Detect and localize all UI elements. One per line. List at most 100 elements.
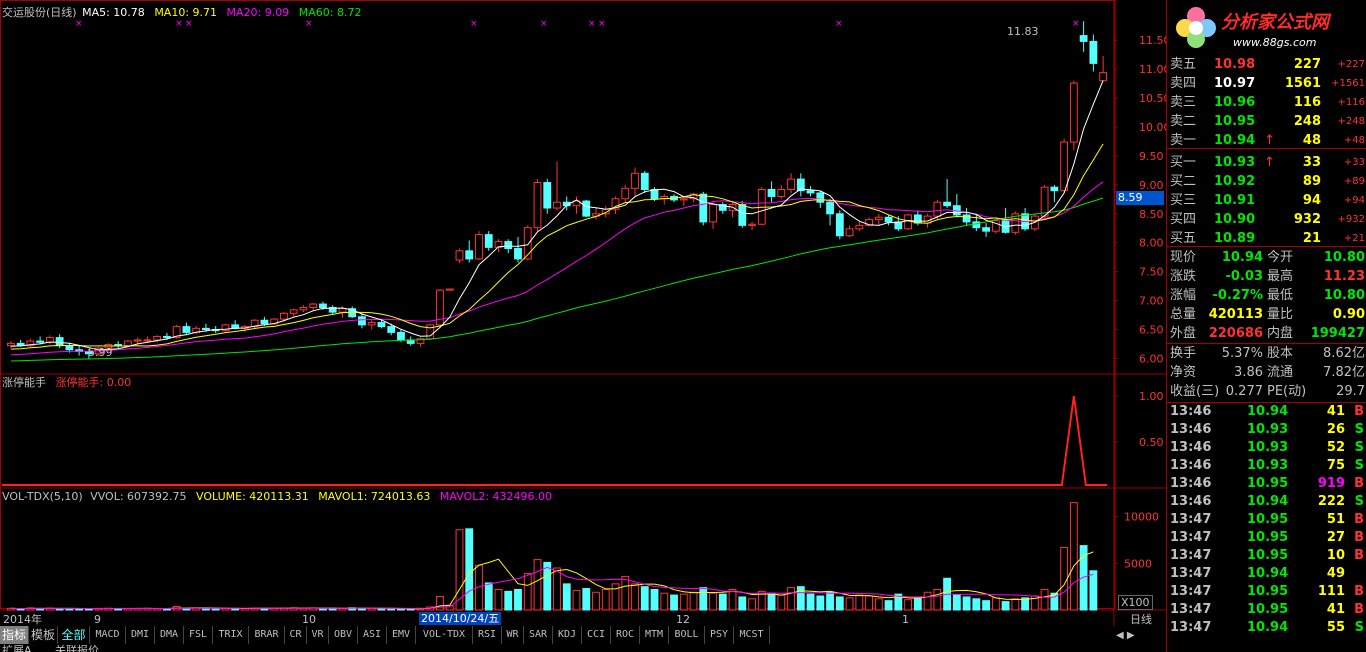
- tick-row[interactable]: 13:47 10.94 49: [1167, 565, 1366, 583]
- time-label-2014: 2014年: [3, 613, 42, 626]
- tab-cci[interactable]: CCI: [582, 626, 611, 644]
- volume-bar: [601, 588, 610, 611]
- tab-boll[interactable]: BOLL: [669, 626, 705, 644]
- volume-bar: [543, 561, 552, 611]
- chart-header: 交运股份(日线) MA5: 10.78 MA10: 9.71 MA20: 9.0…: [2, 6, 361, 19]
- tab-cr[interactable]: CR: [285, 626, 307, 644]
- volume-bar: [933, 588, 942, 611]
- candle-body: [738, 204, 747, 226]
- volume-bar: [514, 588, 522, 611]
- candle-body: [1099, 72, 1108, 82]
- ask-row[interactable]: 卖五 10.98 227 +227: [1167, 55, 1366, 74]
- tab-mcst[interactable]: MCST: [734, 626, 770, 644]
- tick-row[interactable]: 13:46 10.93 26 S: [1167, 421, 1366, 439]
- candle-body: [640, 172, 649, 191]
- ask-row[interactable]: 卖二 10.95 248 +248: [1167, 112, 1366, 131]
- price-tick-label: 6.50: [1139, 324, 1164, 337]
- tab-trix[interactable]: TRIX: [213, 626, 249, 644]
- tab-sar[interactable]: SAR: [524, 626, 553, 644]
- tab-related-quote[interactable]: 关联报价: [55, 644, 99, 652]
- tab-模板[interactable]: 模板: [29, 626, 58, 644]
- candle-body: [533, 182, 542, 229]
- quote-row: 总量 420113 量比 0.90: [1170, 307, 1365, 322]
- tab-macd[interactable]: MACD: [90, 626, 126, 644]
- tab-kdj[interactable]: KDJ: [553, 626, 582, 644]
- level-price: 10.95: [1214, 114, 1256, 129]
- tab-指标[interactable]: 指标: [0, 626, 29, 644]
- level-change: +1561: [1331, 78, 1365, 89]
- tab-extend-a[interactable]: 扩展A: [2, 644, 32, 652]
- tab-rsi[interactable]: RSI: [473, 626, 502, 644]
- tick-row[interactable]: 13:47 10.95 10 B: [1167, 547, 1366, 565]
- bid-row[interactable]: 买二 10.92 89 +89: [1167, 172, 1366, 191]
- ask-row[interactable]: 卖四 10.97 1561 +1561: [1167, 74, 1366, 93]
- candle-body: [1079, 35, 1088, 42]
- bid-row[interactable]: 买四 10.90 932 +932: [1167, 210, 1366, 229]
- tick-row[interactable]: 13:47 10.95 41 B: [1167, 601, 1366, 619]
- tick-row[interactable]: 13:46 10.94 41 B: [1167, 403, 1366, 421]
- candle-body: [709, 204, 717, 223]
- volume-bar: [494, 588, 503, 611]
- tab-fsl[interactable]: FSL: [184, 626, 213, 644]
- signal-marker: ×: [540, 19, 548, 29]
- tab-asi[interactable]: ASI: [358, 626, 387, 644]
- candle-body: [475, 234, 483, 260]
- logo: 分析家公式网 www.88gs.com: [1171, 2, 1365, 52]
- tab-emv[interactable]: EMV: [387, 626, 416, 644]
- candle-body: [855, 224, 864, 230]
- kline-chart[interactable]: 11.5011.0010.5010.009.509.008.508.007.50…: [0, 0, 1166, 626]
- candle-body: [1050, 186, 1059, 192]
- tab-全部[interactable]: 全部: [58, 626, 90, 644]
- candle-body: [143, 339, 152, 342]
- level-price: 10.97: [1214, 76, 1256, 91]
- candle-body: [153, 335, 162, 341]
- tick-row[interactable]: 13:46 10.93 75 S: [1167, 457, 1366, 475]
- candle-body: [826, 201, 834, 215]
- candle-body: [543, 182, 552, 209]
- tick-row[interactable]: 13:46 10.93 52 S: [1167, 439, 1366, 457]
- level-change: +116: [1337, 97, 1365, 108]
- indicator-value: 涨停能手: 0.00: [55, 376, 132, 389]
- tick-row[interactable]: 13:47 10.94 55 S: [1167, 619, 1366, 637]
- candle-body: [65, 345, 74, 351]
- tab-wr[interactable]: WR: [502, 626, 524, 644]
- candle-body: [387, 326, 396, 333]
- tick-row[interactable]: 13:46 10.95 919 B: [1167, 475, 1366, 493]
- tab-brar[interactable]: BRAR: [249, 626, 285, 644]
- tab-obv[interactable]: OBV: [329, 626, 358, 644]
- bid-row[interactable]: 买一 10.93 ↑ 33 +33: [1167, 153, 1366, 172]
- volume-bar: [709, 592, 717, 611]
- signal-marker: ×: [470, 19, 478, 29]
- candle-body: [289, 309, 298, 314]
- candle-body: [699, 193, 708, 223]
- volume-bar: [982, 600, 991, 611]
- ask-row[interactable]: 卖三 10.96 116 +116: [1167, 93, 1366, 112]
- volume-bar: [592, 591, 600, 611]
- bid-row[interactable]: 买三 10.91 94 +94: [1167, 191, 1366, 210]
- tab-vol-tdx[interactable]: VOL-TDX: [416, 626, 473, 644]
- tab-psy[interactable]: PSY: [705, 626, 734, 644]
- level-label: 买三: [1170, 193, 1197, 208]
- tick-row[interactable]: 13:47 10.95 111 B: [1167, 583, 1366, 601]
- volume-bar: [679, 593, 688, 611]
- volume-bar: [806, 593, 815, 611]
- candle-body: [397, 331, 405, 341]
- volume-header: VOL-TDX(5,10) VVOL: 607392.75 VOLUME: 42…: [2, 490, 552, 503]
- tick-row[interactable]: 13:46 10.94 222 S: [1167, 493, 1366, 511]
- tab-mtm[interactable]: MTM: [640, 626, 669, 644]
- volume-bar: [553, 567, 561, 611]
- tab-vr[interactable]: VR: [307, 626, 329, 644]
- tick-row[interactable]: 13:47 10.95 51 B: [1167, 511, 1366, 529]
- volume-tick-label: 10000: [1124, 511, 1159, 524]
- tab-roc[interactable]: ROC: [611, 626, 640, 644]
- candle-body: [874, 216, 883, 221]
- tab-dmi[interactable]: DMI: [126, 626, 155, 644]
- volume-bar: [582, 588, 591, 611]
- tick-row[interactable]: 13:47 10.95 27 B: [1167, 529, 1366, 547]
- price-tick-label: 7.50: [1139, 266, 1164, 279]
- volume-bar: [660, 592, 669, 611]
- level-change: +94: [1343, 195, 1365, 206]
- quote-row: 涨幅 -0.27% 最低 10.80: [1170, 288, 1365, 303]
- tab-dma[interactable]: DMA: [155, 626, 184, 644]
- candle-body: [6, 342, 15, 347]
